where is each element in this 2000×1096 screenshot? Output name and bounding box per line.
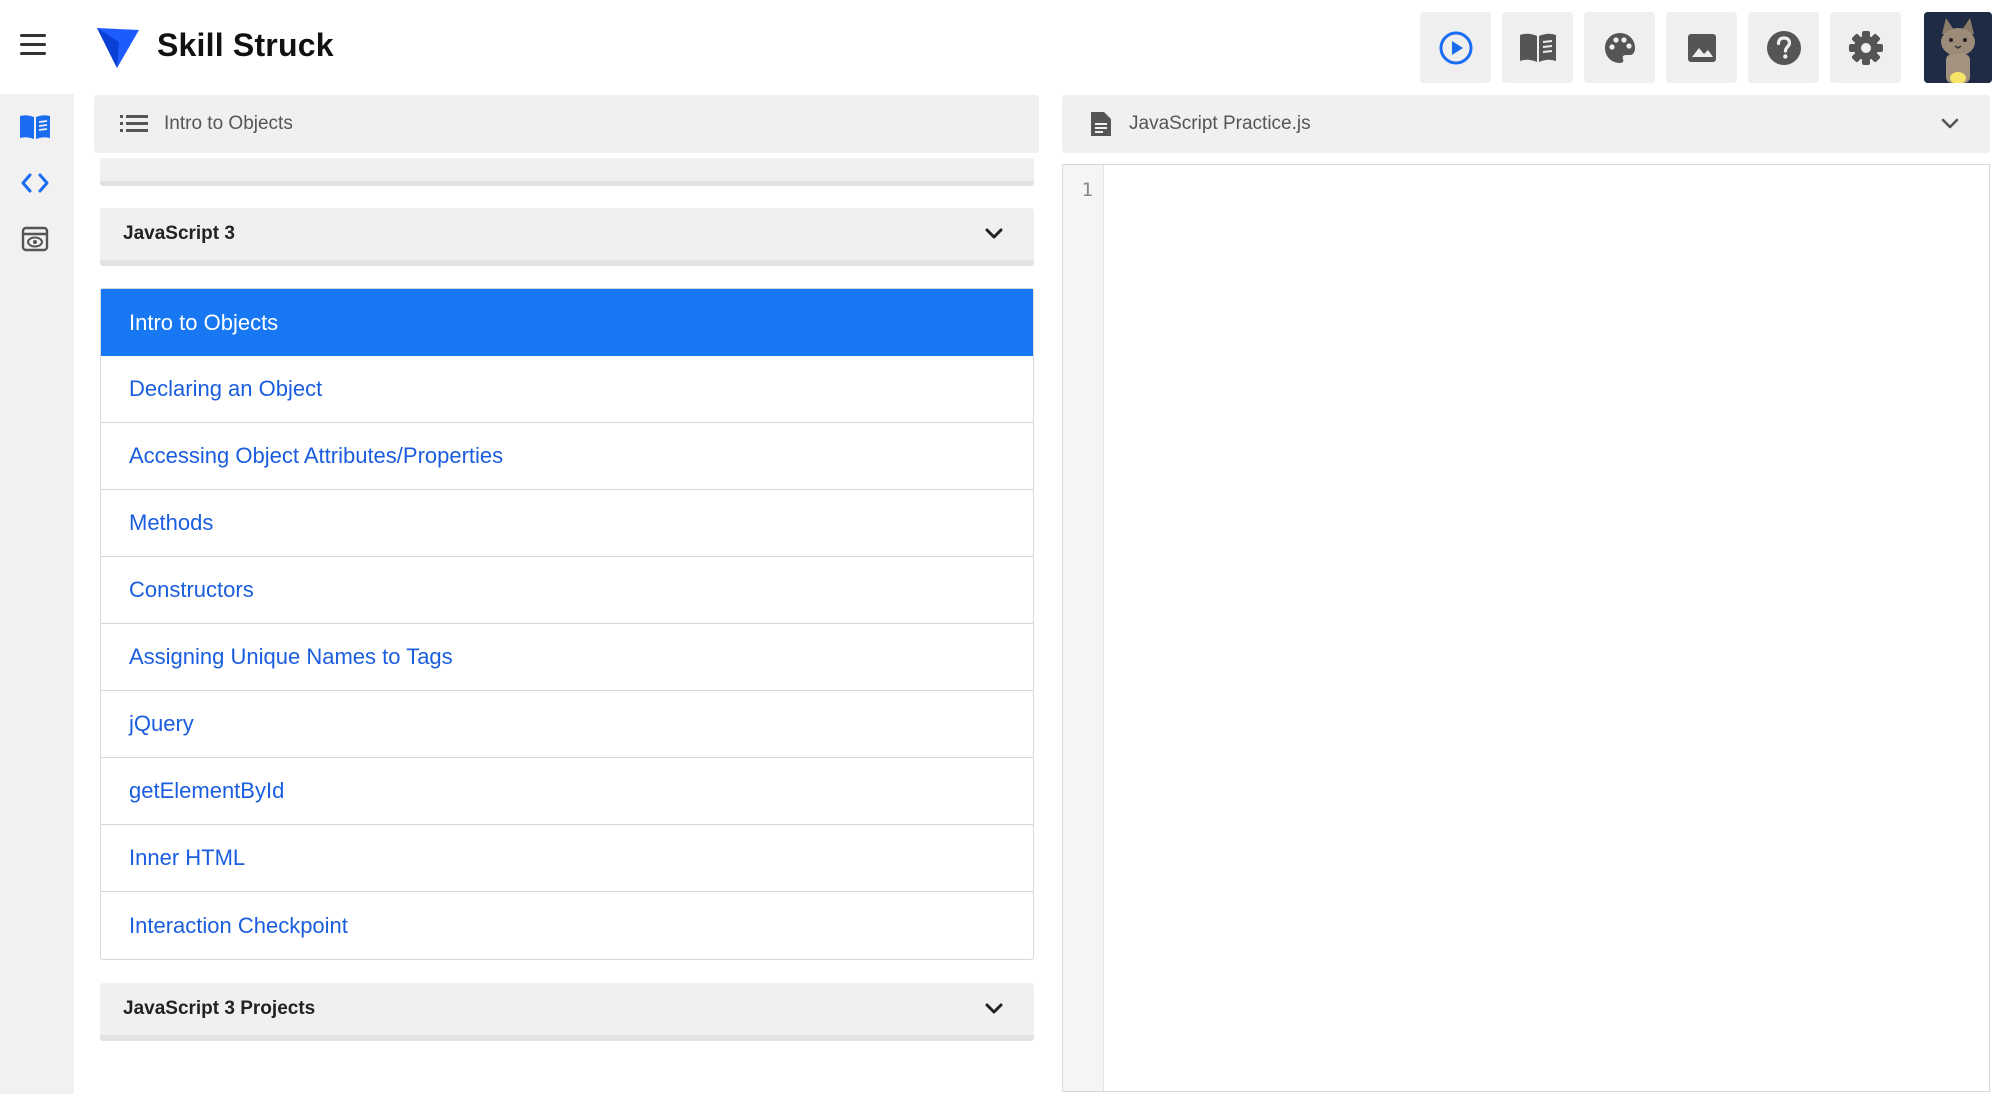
- lesson-item[interactable]: jQuery: [101, 691, 1033, 758]
- chevron-down-icon: [1941, 118, 1959, 129]
- run-button[interactable]: [1420, 12, 1491, 83]
- lesson-panel-title: Intro to Objects: [164, 113, 293, 134]
- line-number: 1: [1081, 179, 1093, 201]
- skill-struck-logo-icon: [97, 28, 139, 68]
- rail-item-preview[interactable]: [18, 222, 52, 256]
- gear-icon: [1848, 30, 1883, 65]
- section-javascript-3[interactable]: JavaScript 3: [100, 208, 1034, 266]
- image-icon: [1687, 33, 1716, 62]
- rail-item-lessons[interactable]: [18, 110, 52, 144]
- lesson-item[interactable]: Inner HTML: [101, 825, 1033, 892]
- chevron-down-icon: [985, 1003, 1003, 1014]
- help-circle-icon: [1766, 30, 1801, 65]
- section-label: JavaScript 3: [123, 223, 235, 244]
- lesson-item[interactable]: Accessing Object Attributes/Properties: [101, 423, 1033, 490]
- images-button[interactable]: [1666, 12, 1737, 83]
- instructions-button[interactable]: [1502, 12, 1573, 83]
- theme-button[interactable]: [1584, 12, 1655, 83]
- user-avatar[interactable]: [1924, 12, 1992, 83]
- lesson-item[interactable]: Declaring an Object: [101, 356, 1033, 423]
- lesson-list: Intro to Objects Declaring an Object Acc…: [100, 288, 1034, 960]
- lesson-item[interactable]: Methods: [101, 490, 1033, 557]
- rail-item-code[interactable]: [18, 166, 52, 200]
- settings-button[interactable]: [1830, 12, 1901, 83]
- help-button[interactable]: [1748, 12, 1819, 83]
- previous-section-collapsed[interactable]: [100, 158, 1034, 186]
- cat-avatar-icon: [1924, 12, 1992, 83]
- code-editor[interactable]: 1: [1062, 164, 1990, 1092]
- section-label: JavaScript 3 Projects: [123, 998, 316, 1019]
- top-bar: Skill Struck: [0, 0, 2000, 94]
- palette-icon: [1604, 32, 1635, 63]
- book-open-icon: [20, 115, 50, 139]
- book-icon: [1519, 33, 1556, 62]
- lesson-item[interactable]: Interaction Checkpoint: [101, 892, 1033, 959]
- lesson-item[interactable]: Constructors: [101, 557, 1033, 624]
- section-javascript-3-projects[interactable]: JavaScript 3 Projects: [100, 983, 1034, 1041]
- brand-name: Skill Struck: [157, 27, 334, 63]
- file-selector[interactable]: JavaScript Practice.js: [1062, 95, 1990, 153]
- file-icon: [1091, 112, 1111, 136]
- chevron-down-icon: [985, 228, 1003, 239]
- eye-icon: [21, 226, 49, 252]
- lesson-panel-header: Intro to Objects: [94, 95, 1039, 153]
- left-rail: [0, 94, 74, 1094]
- lesson-item[interactable]: Assigning Unique Names to Tags: [101, 624, 1033, 691]
- file-name: JavaScript Practice.js: [1129, 113, 1311, 134]
- toolbar: [1420, 12, 1901, 83]
- menu-icon[interactable]: [20, 34, 50, 60]
- lesson-item[interactable]: getElementById: [101, 758, 1033, 825]
- code-icon: [21, 173, 49, 193]
- list-icon: [120, 115, 148, 132]
- lesson-item[interactable]: Intro to Objects: [101, 289, 1033, 356]
- line-gutter: 1: [1063, 165, 1104, 1091]
- play-circle-icon: [1439, 31, 1472, 64]
